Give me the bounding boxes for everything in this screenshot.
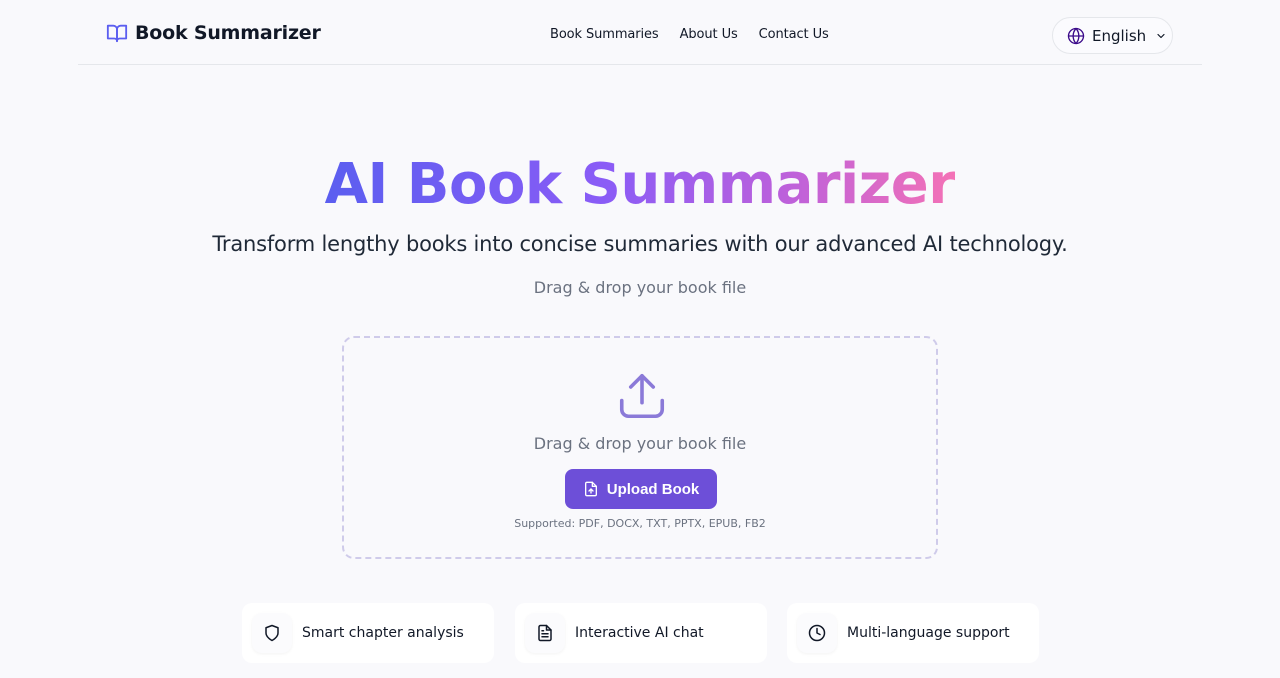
dropzone-text: Drag & drop your book file bbox=[533, 434, 747, 453]
document-icon bbox=[538, 624, 552, 642]
feature-label: Smart chapter analysis bbox=[302, 625, 464, 641]
brand-name: Book Summarizer bbox=[135, 22, 321, 44]
brand-logo-link[interactable]: Book Summarizer bbox=[106, 22, 321, 44]
book-open-icon bbox=[106, 24, 128, 43]
upload-icon bbox=[619, 373, 665, 419]
hero-subtitle: Transform lengthy books into concise sum… bbox=[212, 232, 1068, 256]
supported-formats: Supported: PDF, DOCX, TXT, PPTX, EPUB, F… bbox=[514, 517, 766, 530]
globe-icon bbox=[1067, 27, 1085, 44]
nav-link-about-us[interactable]: About Us bbox=[680, 27, 738, 42]
main-nav: Book Summaries About Us Contact Us bbox=[550, 27, 829, 42]
feature-card-chapter-analysis: Smart chapter analysis bbox=[242, 603, 494, 663]
nav-link-contact-us[interactable]: Contact Us bbox=[759, 27, 829, 42]
page-title: AI Book Summarizer bbox=[324, 152, 956, 217]
language-label: English bbox=[1092, 26, 1147, 45]
file-dropzone[interactable]: Drag & drop your book file Upload Book S… bbox=[342, 336, 938, 559]
feature-label: Interactive AI chat bbox=[575, 625, 704, 641]
shield-icon bbox=[265, 624, 279, 642]
feature-card-ai-chat: Interactive AI chat bbox=[515, 603, 767, 663]
site-header: Book Summarizer Book Summaries About Us … bbox=[78, 0, 1202, 65]
upload-button-label: Upload Book bbox=[606, 480, 700, 498]
language-selector[interactable]: English bbox=[1052, 17, 1173, 54]
drag-drop-hint: Drag & drop your book file bbox=[533, 278, 747, 297]
feature-icon-wrapper bbox=[797, 613, 837, 653]
feature-icon-wrapper bbox=[525, 613, 565, 653]
feature-label: Multi-language support bbox=[847, 625, 1010, 641]
clock-icon bbox=[808, 624, 826, 642]
chevron-down-icon bbox=[1157, 33, 1165, 38]
file-upload-icon bbox=[584, 481, 597, 497]
upload-book-button[interactable]: Upload Book bbox=[565, 469, 717, 509]
feature-icon-wrapper bbox=[252, 613, 292, 653]
feature-card-multi-language: Multi-language support bbox=[787, 603, 1039, 663]
nav-link-book-summaries[interactable]: Book Summaries bbox=[550, 27, 659, 42]
